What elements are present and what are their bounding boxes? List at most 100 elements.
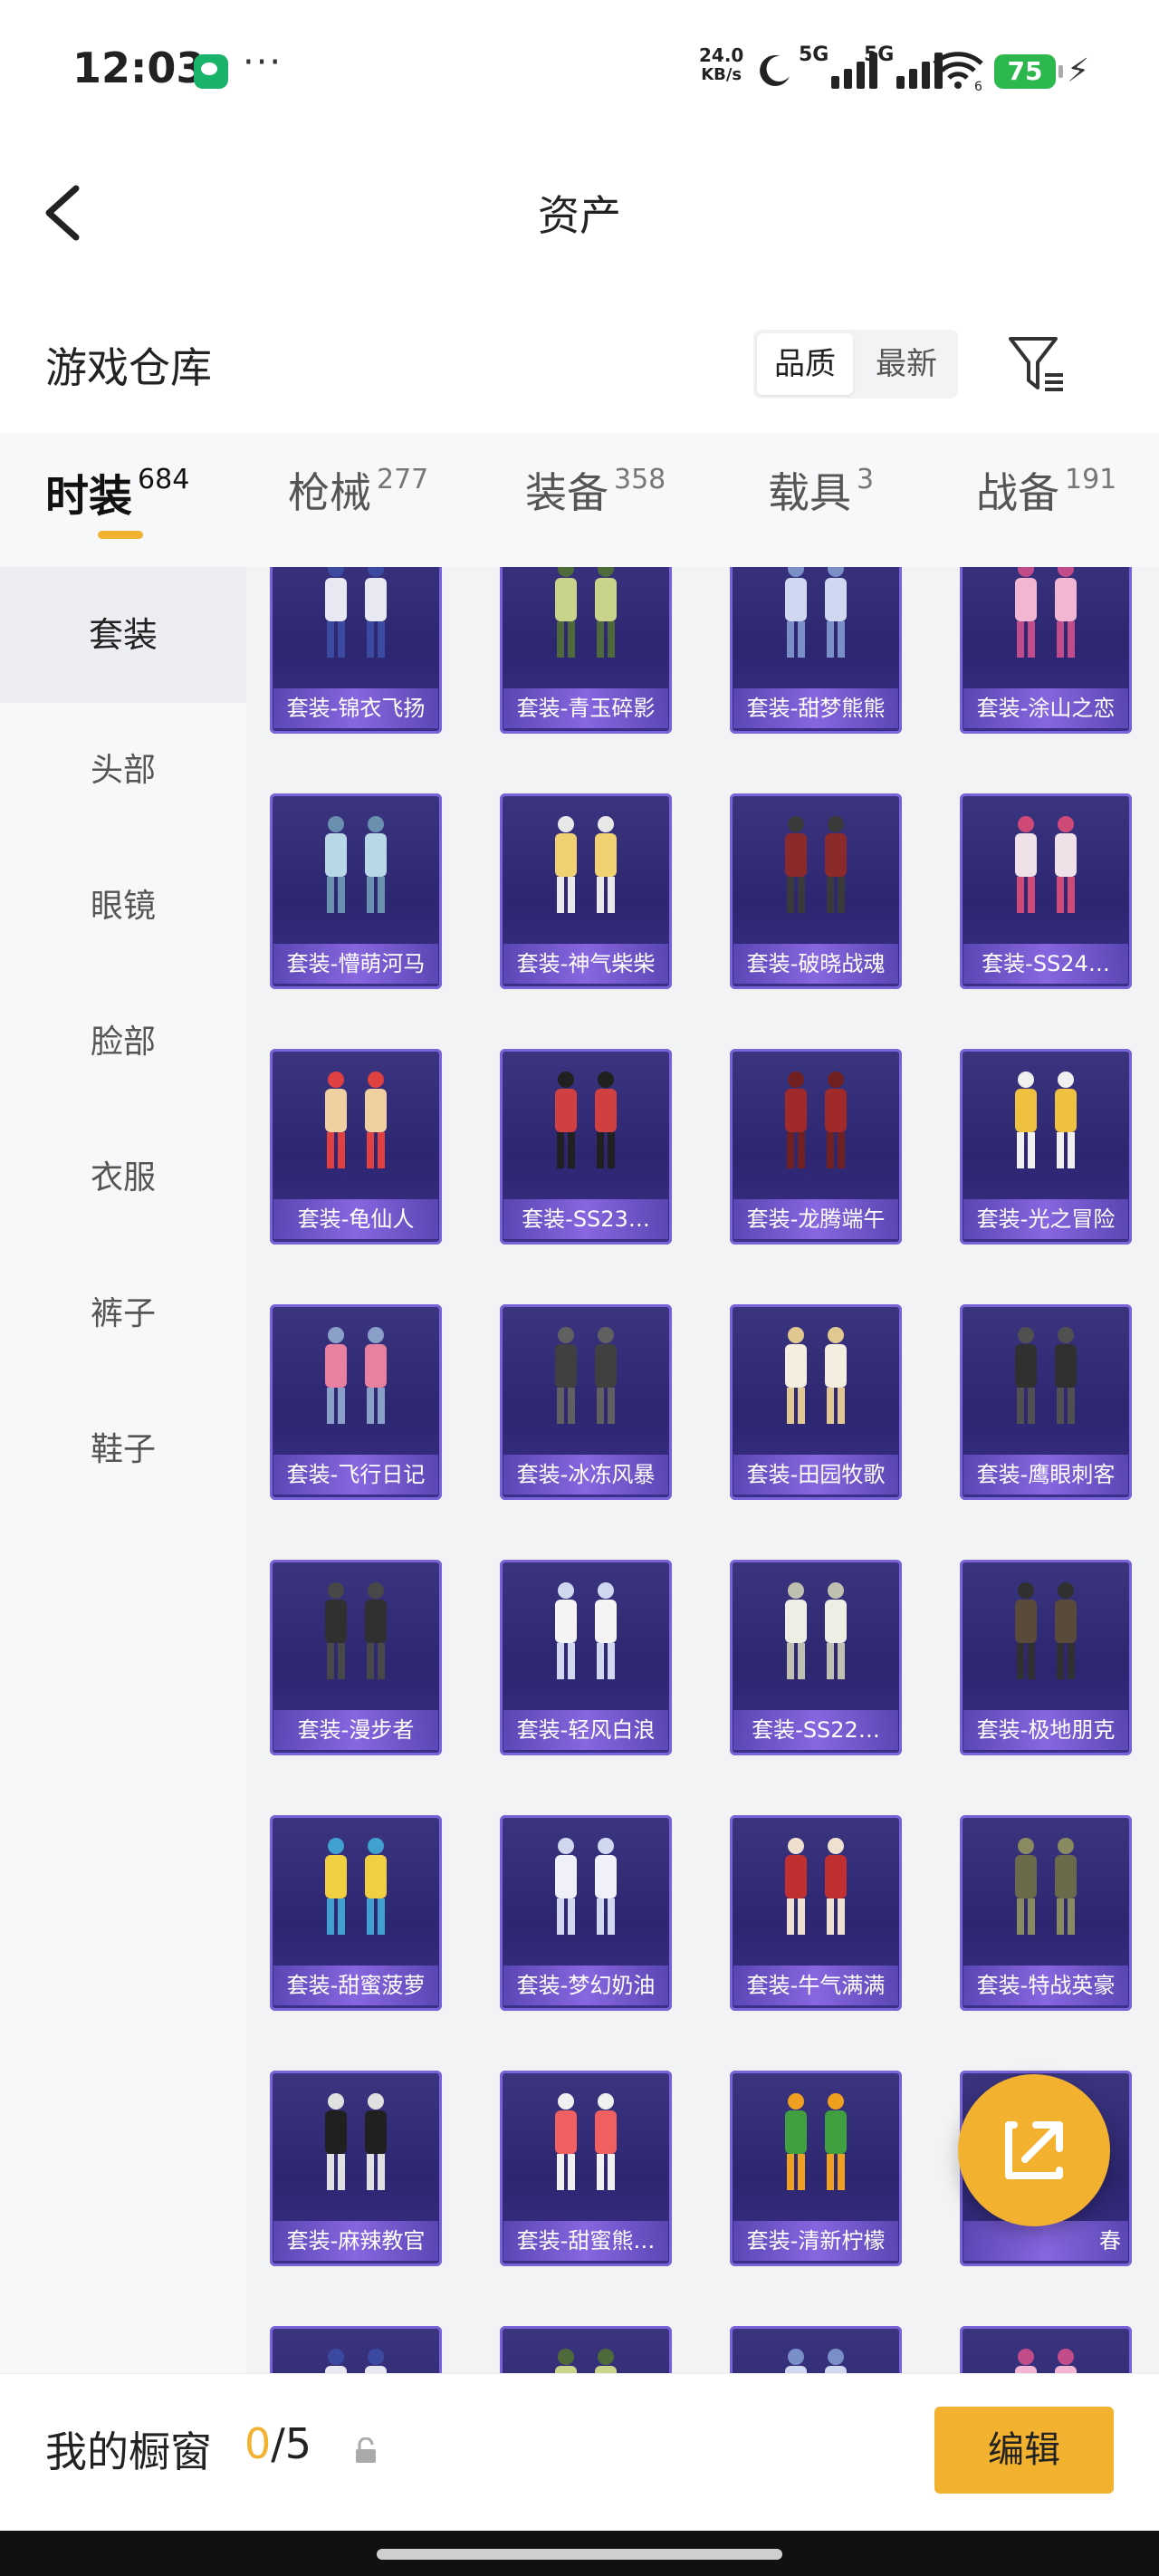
item-label: 套装-麻辣教官 [273,2221,438,2261]
sidebar-item-pants[interactable]: 裤子 [0,1246,246,1382]
outfit-image [1015,816,1077,913]
item-card[interactable] [270,2326,442,2379]
item-label: 套装-龙腾端午 [733,1199,898,1239]
item-card[interactable]: 套装-鹰眼刺客 [960,1304,1132,1500]
wifi-sub: 6 [974,80,982,91]
tab-fashion[interactable]: 时装 684 [45,460,189,542]
more-dots-icon: ··· [243,42,283,83]
item-card[interactable]: 套装-极地朋克 [960,1560,1132,1755]
sidebar-item-glasses[interactable]: 眼镜 [0,839,246,975]
share-button[interactable] [958,2074,1110,2226]
item-card[interactable]: 套装-甜蜜熊… [500,2071,672,2266]
network-speed-value: 24.0 [699,44,744,66]
item-card[interactable]: 套装-清新柠檬 [730,2071,902,2266]
tab-equipment[interactable]: 装备 358 [525,460,666,542]
item-card[interactable]: 套装-涂山之恋 [960,567,1132,734]
item-card[interactable]: 套装-甜梦熊熊 [730,567,902,734]
item-card[interactable]: 套装-锦衣飞扬 [270,567,442,734]
item-label: 套装-特战英豪 [963,1966,1128,2005]
network-speed-unit: KB/s [701,65,742,84]
item-label: 套装-甜蜜菠萝 [273,1966,438,2005]
outfit-image [1015,1327,1077,1424]
outfit-image [1015,1072,1077,1168]
outfit-image [325,2093,387,2190]
item-card[interactable]: 套装-田园牧歌 [730,1304,902,1500]
item-label: 套装-破晓战魂 [733,944,898,984]
outfit-image [785,1327,847,1424]
item-label: 套装-甜梦熊熊 [733,688,898,728]
sim2-label: 5G [864,43,895,66]
warehouse-header: 游戏仓库 品质 最新 [0,299,1159,426]
active-tab-indicator [98,531,143,539]
item-card[interactable] [500,2326,672,2379]
tab-weapons[interactable]: 枪械 277 [288,460,428,542]
item-label: 春 [963,2221,1128,2261]
item-label: 套装-光之冒险 [963,1199,1128,1239]
item-card[interactable]: 套装-龟仙人 [270,1049,442,1245]
outfit-image [325,816,387,913]
outfit-image [325,567,387,658]
item-card[interactable]: 套装-光之冒险 [960,1049,1132,1245]
sidebar-item-shoes[interactable]: 鞋子 [0,1382,246,1518]
outfit-image [325,1072,387,1168]
item-card[interactable]: 套装-神气柴柴 [500,793,672,989]
item-card[interactable] [960,2326,1132,2379]
item-card[interactable]: 套装-SS22… [730,1560,902,1755]
outfit-image [325,1838,387,1935]
item-card[interactable]: 套装-SS24… [960,793,1132,989]
tab-count: 684 [138,464,190,495]
sidebar-item-head[interactable]: 头部 [0,703,246,839]
item-card[interactable]: 套装-麻辣教官 [270,2071,442,2266]
tab-vehicles[interactable]: 载具 3 [768,460,874,542]
showcase-bar: 我的橱窗 0/5 编辑 [0,2373,1159,2532]
item-card[interactable]: 套装-特战英豪 [960,1815,1132,2011]
showcase-label: 我的橱窗 [45,2427,212,2476]
tab-supplies[interactable]: 战备 191 [976,460,1116,542]
edit-button[interactable]: 编辑 [934,2407,1114,2494]
item-card[interactable]: 套装-甜蜜菠萝 [270,1815,442,2011]
item-card[interactable]: 套装-梦幻奶油 [500,1815,672,2011]
sort-newest-button[interactable]: 最新 [858,333,954,395]
filter-icon[interactable] [1005,330,1068,399]
outfit-image [785,1582,847,1679]
status-time: 12:03 [72,43,206,92]
home-indicator[interactable] [377,2549,782,2560]
item-card[interactable]: 套装-龙腾端午 [730,1049,902,1245]
sidebar-item-face[interactable]: 脸部 [0,975,246,1110]
outfit-image [555,1072,617,1168]
item-label: 套装-懵萌河马 [273,944,438,984]
external-link-icon [1005,2121,1063,2179]
app-header: 资产 [0,145,1159,281]
item-label: 套装-神气柴柴 [503,944,668,984]
network-speed: 24.0 KB/s [699,45,743,85]
item-label: 套装-田园牧歌 [733,1455,898,1495]
sidebar-item-clothes[interactable]: 衣服 [0,1110,246,1246]
item-card[interactable]: 套装-懵萌河马 [270,793,442,989]
sidebar-item-outfit[interactable]: 套装 [0,567,246,703]
item-label: 套装-冰冻风暴 [503,1455,668,1495]
item-card[interactable]: 套装-轻风白浪 [500,1560,672,1755]
sidebar: 套装 头部 眼镜 脸部 衣服 裤子 鞋子 [0,567,246,2379]
tab-count: 191 [1065,464,1117,495]
item-card[interactable]: 套装-冰冻风暴 [500,1304,672,1500]
item-label: 套装-涂山之恋 [963,688,1128,728]
item-card[interactable]: 套装-青玉碎影 [500,567,672,734]
sort-quality-button[interactable]: 品质 [757,333,853,395]
item-card[interactable]: 套装-SS23… [500,1049,672,1245]
item-label: 套装-鹰眼刺客 [963,1455,1128,1495]
item-label: 套装-龟仙人 [273,1199,438,1239]
showcase-current: 0 [244,2419,272,2468]
tab-count: 277 [377,464,429,495]
item-label: 套装-牛气满满 [733,1966,898,2005]
outfit-image [555,816,617,913]
showcase-count: 0/5 [244,2419,311,2468]
wifi-icon: 6 [933,52,983,91]
item-card[interactable]: 套装-破晓战魂 [730,793,902,989]
item-card[interactable]: 套装-漫步者 [270,1560,442,1755]
warehouse-title: 游戏仓库 [45,343,212,392]
sort-toggle: 品质 最新 [753,330,958,399]
item-card[interactable]: 套装-牛气满满 [730,1815,902,2011]
showcase-total: /5 [271,2419,312,2468]
item-card[interactable]: 套装-飞行日记 [270,1304,442,1500]
item-card[interactable] [730,2326,902,2379]
